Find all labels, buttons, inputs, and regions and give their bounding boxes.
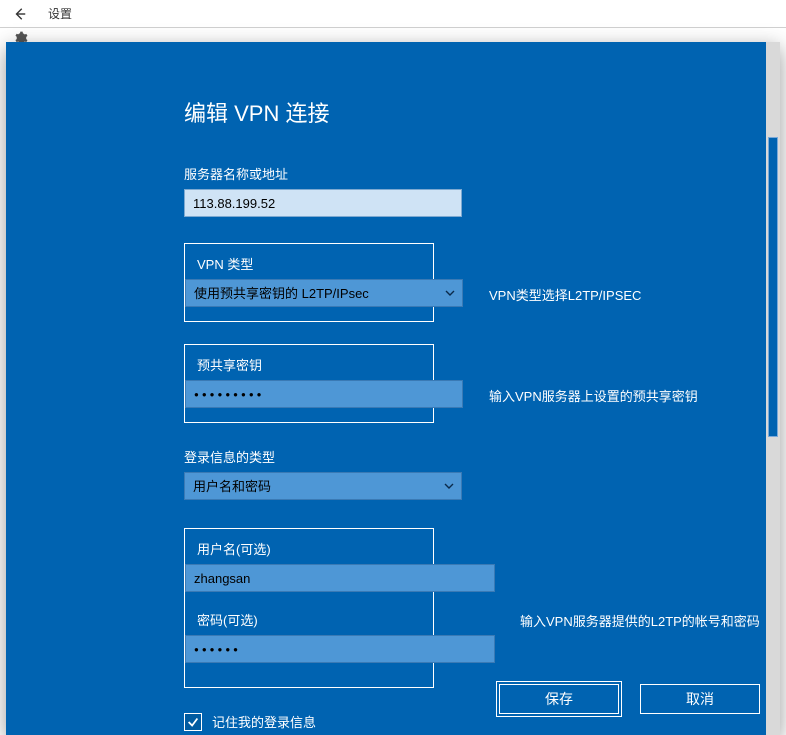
username-input[interactable]: zhangsan xyxy=(185,564,495,592)
psk-hint: 输入VPN服务器上设置的预共享密钥 xyxy=(489,386,698,405)
save-button[interactable]: 保存 xyxy=(499,684,619,714)
server-label: 服务器名称或地址 xyxy=(184,164,780,183)
username-label: 用户名(可选) xyxy=(197,539,421,558)
vpn-edit-dialog: 编辑 VPN 连接 服务器名称或地址 113.88.199.52 VPN 类型 … xyxy=(6,42,780,735)
cancel-button[interactable]: 取消 xyxy=(640,684,760,714)
password-label: 密码(可选) xyxy=(197,610,421,629)
remember-label: 记住我的登录信息 xyxy=(212,712,316,731)
vpn-type-label: VPN 类型 xyxy=(197,254,421,273)
window-title: 设置 xyxy=(48,5,72,22)
remember-checkbox[interactable] xyxy=(184,713,202,731)
login-type-label: 登录信息的类型 xyxy=(184,447,780,466)
credentials-group: 用户名(可选) zhangsan 密码(可选) ●●●●●● 输入VPN服务器提… xyxy=(184,528,434,688)
password-input[interactable]: ●●●●●● xyxy=(185,635,495,663)
vpn-type-value: 使用预共享密钥的 L2TP/IPsec xyxy=(185,279,463,307)
credentials-hint: 输入VPN服务器提供的L2TP的帐号和密码 xyxy=(520,611,760,630)
vpn-type-group: VPN 类型 使用预共享密钥的 L2TP/IPsec xyxy=(184,243,434,322)
server-input[interactable]: 113.88.199.52 xyxy=(184,189,462,217)
back-icon[interactable] xyxy=(12,7,28,21)
psk-label: 预共享密钥 xyxy=(197,355,421,374)
dialog-title: 编辑 VPN 连接 xyxy=(184,96,780,128)
vpn-type-dropdown[interactable]: 使用预共享密钥的 L2TP/IPsec xyxy=(197,279,463,307)
psk-input[interactable]: ●●●●●●●●● xyxy=(185,380,463,408)
login-type-value: 用户名和密码 xyxy=(184,472,462,500)
login-type-dropdown[interactable]: 用户名和密码 xyxy=(184,472,462,500)
vpn-type-hint: VPN类型选择L2TP/IPSEC xyxy=(489,285,641,304)
titlebar: 设置 xyxy=(0,0,786,28)
psk-group: 预共享密钥 ●●●●●●●●● xyxy=(184,344,434,423)
